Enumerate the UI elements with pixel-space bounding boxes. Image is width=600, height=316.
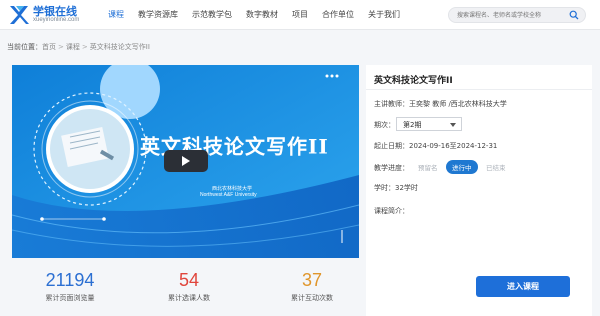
nav-item[interactable]: 项目 <box>292 0 308 30</box>
stat-value: 37 <box>301 270 323 290</box>
stat-label: 累计页面浏览量 <box>45 294 95 302</box>
enter-course-button[interactable]: 进入课程 <box>476 276 570 297</box>
breadcrumb-prefix: 当前位置： <box>7 43 42 51</box>
breadcrumb-current: 英文科技论文写作II <box>89 43 150 51</box>
stat-label: 累计选课人数 <box>168 294 210 302</box>
university-name-cn: 西北农林科技大学 <box>212 186 253 192</box>
top-header: 学银在线 xueyinonline.com 课程 教学资源库 示范教学包 数字教材 项目… <box>0 0 600 30</box>
progress-label: 教学进度： <box>374 164 409 172</box>
chevron-down-icon <box>450 123 456 127</box>
nav-item[interactable]: 合作单位 <box>322 0 354 30</box>
course-cover-banner[interactable]: 英文科技论文写作II 西北农林科技大学 Northwest A&F Univer… <box>12 65 359 258</box>
course-teacher: 主讲教师：王奕黎 教师 /西北农林科技大学 <box>374 100 507 108</box>
breadcrumb-separator: > <box>81 43 88 51</box>
course-info-panel: 英文科技论文写作II 主讲教师：王奕黎 教师 /西北农林科技大学 期次： 第2期… <box>366 65 592 316</box>
term-select[interactable]: 第2期 <box>396 117 462 131</box>
progress-option-ended[interactable]: 已结束 <box>486 162 506 172</box>
nav-item[interactable]: 示范教学包 <box>192 0 232 30</box>
course-dates: 起止日期：2024-09-16至2024-12-31 <box>374 142 498 150</box>
nav-item[interactable]: 教学资源库 <box>138 0 178 30</box>
stat-enrollments: 54 累计选课人数 <box>134 270 244 303</box>
breadcrumb: 当前位置：首页 > 课程 > 英文科技论文写作II <box>7 42 150 52</box>
divider <box>366 89 592 90</box>
course-title: 英文科技论文写作II <box>374 76 453 86</box>
play-icon <box>182 156 190 166</box>
term-label: 期次： <box>374 121 395 129</box>
progress-option-reserved[interactable]: 预留名 <box>418 162 438 172</box>
play-video-button[interactable] <box>164 150 208 172</box>
course-intro-label: 课程简介： <box>374 207 409 215</box>
stat-page-views: 21194 累计页面浏览量 <box>15 270 125 303</box>
main-nav: 课程 教学资源库 示范教学包 数字教材 项目 合作单位 关于我们 <box>108 0 414 30</box>
nav-item[interactable]: 数字教材 <box>246 0 278 30</box>
stat-label: 累计互动次数 <box>291 294 333 302</box>
brand-domain: xueyinonline.com <box>33 17 80 23</box>
stat-value: 21194 <box>45 270 95 290</box>
university-name-en: Northwest A&F University <box>200 192 257 198</box>
progress-option-ongoing[interactable]: 进行中 <box>446 160 478 174</box>
term-select-value: 第2期 <box>403 121 422 129</box>
stat-interactions: 37 累计互动次数 <box>257 270 367 303</box>
search-input[interactable] <box>457 8 565 22</box>
breadcrumb-home[interactable]: 首页 <box>42 43 56 51</box>
nav-item[interactable]: 关于我们 <box>368 0 400 30</box>
more-dots-icon[interactable] <box>324 73 340 79</box>
brand-logo[interactable] <box>8 4 30 26</box>
search-box[interactable] <box>448 7 586 23</box>
breadcrumb-separator: > <box>58 43 64 51</box>
course-hours: 学时：32学时 <box>374 184 418 192</box>
stat-value: 54 <box>178 270 200 290</box>
breadcrumb-courses[interactable]: 课程 <box>66 43 80 51</box>
nav-item[interactable]: 课程 <box>108 0 124 30</box>
search-icon[interactable] <box>569 10 579 20</box>
